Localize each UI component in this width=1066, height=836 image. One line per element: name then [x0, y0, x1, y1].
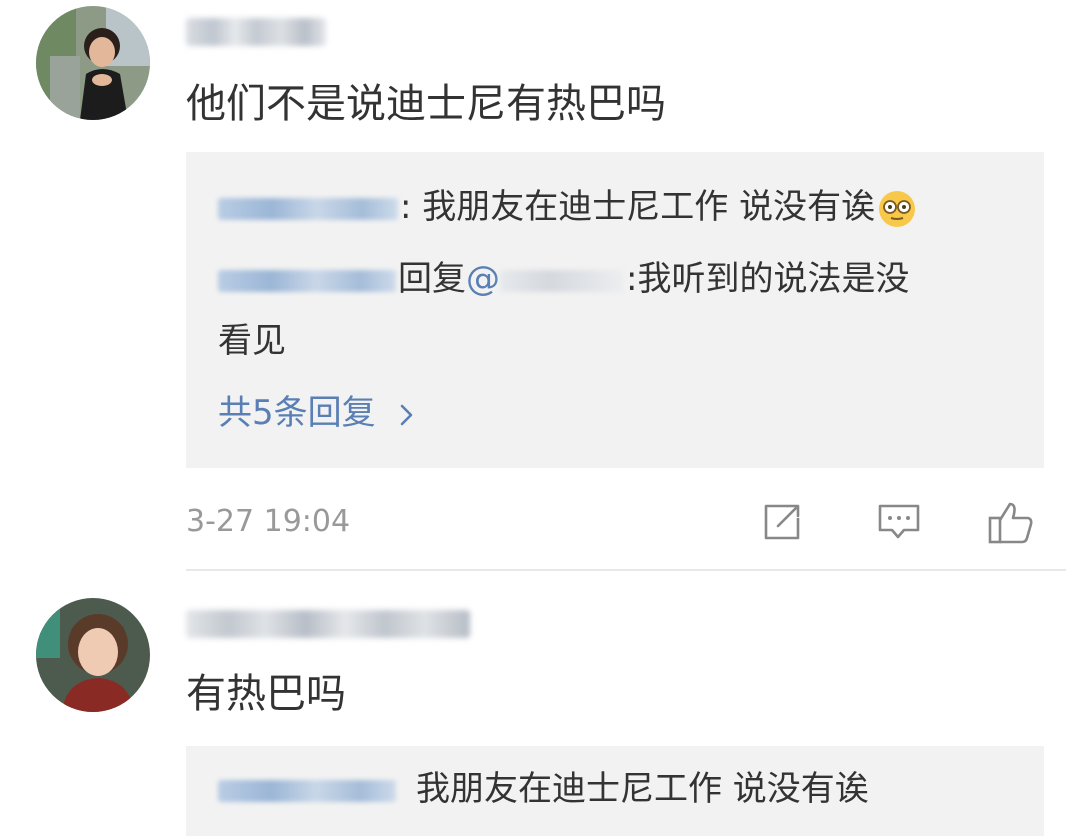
reply-word: 回复	[398, 259, 466, 299]
comment-item: 有热巴吗 我朋友在迪士尼工作 说没有诶	[0, 580, 1066, 836]
avatar-image	[36, 6, 150, 120]
reply-text: : 我朋友在迪士尼工作 说没有诶	[400, 187, 876, 227]
comment-footer: 3-27 19:04	[186, 500, 1046, 544]
share-button[interactable]	[760, 500, 806, 544]
chevron-right-icon	[401, 404, 413, 425]
mention-at[interactable]: @	[466, 259, 500, 299]
reply-username[interactable]	[218, 197, 398, 220]
comment-icon	[878, 504, 920, 539]
reply-username[interactable]	[218, 269, 396, 292]
more-replies-label: 共5条回复	[218, 393, 376, 433]
like-icon	[988, 502, 1033, 544]
mention-username[interactable]	[500, 269, 624, 292]
reply-text: :我听到的说法是没	[626, 259, 910, 299]
reply-username[interactable]	[218, 779, 396, 802]
comment-text: 他们不是说迪士尼有热巴吗	[186, 81, 666, 127]
timestamp: 3-27 19:04	[186, 504, 351, 539]
reply-line: : 我朋友在迪士尼工作 说没有诶	[218, 184, 917, 230]
reply-line: 回复@ :我听到的说法是没	[218, 256, 909, 302]
avatar[interactable]	[36, 6, 150, 120]
comment-text: 有热巴吗	[186, 671, 346, 717]
username[interactable]	[186, 610, 470, 638]
divider	[186, 569, 1066, 571]
reply-box[interactable]: : 我朋友在迪士尼工作 说没有诶 回复@ :我听到的说法是没 看见 共5条回复	[186, 152, 1044, 468]
more-replies-link[interactable]: 共5条回复	[218, 390, 418, 436]
like-button[interactable]	[986, 500, 1033, 544]
avatar-image	[36, 598, 150, 712]
comment-feed: 他们不是说迪士尼有热巴吗 : 我朋友在迪士尼工作 说没有诶 回复@ :我听到的说法…	[0, 0, 1066, 836]
username[interactable]	[186, 18, 326, 46]
share-icon	[764, 504, 800, 540]
avatar[interactable]	[36, 598, 150, 712]
comment-button[interactable]	[876, 500, 922, 544]
comment-item: 他们不是说迪士尼有热巴吗 : 我朋友在迪士尼工作 说没有诶 回复@ :我听到的说法…	[0, 0, 1066, 571]
reply-box[interactable]: 我朋友在迪士尼工作 说没有诶	[186, 746, 1044, 836]
emoji-icon	[879, 190, 916, 227]
reply-text: 我朋友在迪士尼工作 说没有诶	[416, 769, 869, 809]
reply-text-wrap: 看见	[218, 321, 286, 361]
reply-line: 我朋友在迪士尼工作 说没有诶	[218, 766, 869, 812]
